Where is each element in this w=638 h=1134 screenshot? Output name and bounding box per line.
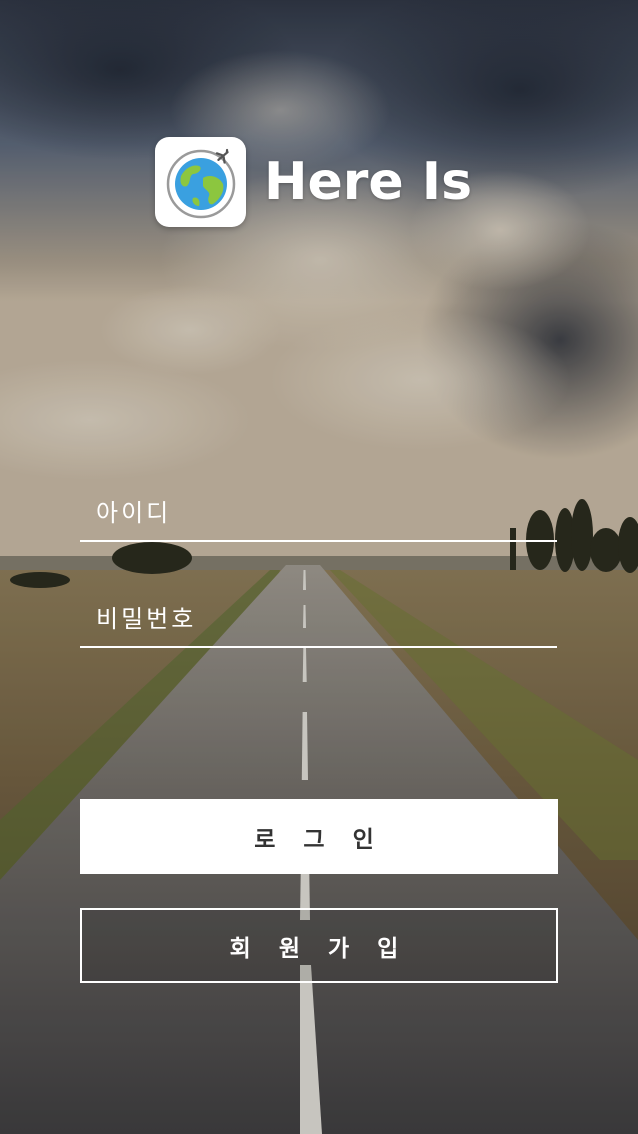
login-button[interactable]: 로 그 인 [80, 799, 558, 874]
app-logo: Here Is [155, 137, 472, 227]
password-input[interactable] [80, 592, 557, 646]
login-screen: Here Is 로 그 인 회 원 가 입 [0, 0, 638, 1134]
id-input[interactable] [80, 486, 557, 540]
app-name: Here Is [264, 152, 473, 212]
password-field [80, 592, 557, 648]
id-field [80, 486, 557, 542]
globe-airplane-icon [166, 148, 235, 219]
signup-button[interactable]: 회 원 가 입 [80, 908, 558, 983]
app-icon [155, 137, 246, 227]
